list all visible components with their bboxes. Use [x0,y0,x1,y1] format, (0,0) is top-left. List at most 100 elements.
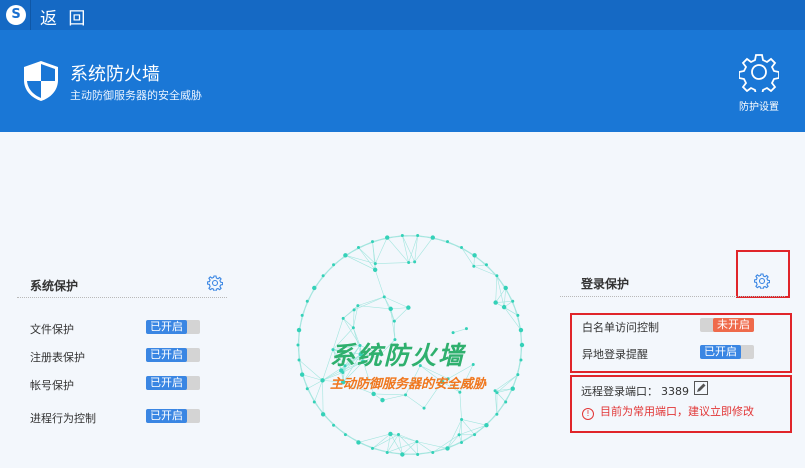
globe-link [495,275,498,303]
system-protection-gear-icon[interactable] [207,275,223,291]
globe-node [501,304,507,310]
globe-link [495,300,513,303]
globe-node [371,391,376,397]
globe-link [382,394,406,401]
globe-node [416,233,420,237]
globe-link [473,265,497,277]
page-title: 系统防火墙 [70,64,160,85]
globe-link [495,287,506,303]
globe-node [464,327,468,331]
globe-node [422,406,426,410]
divider [17,297,227,298]
remote-login-alert-toggle[interactable]: 已开启 [700,345,754,359]
globe-node [519,358,523,362]
globe-node [385,450,389,454]
globe-node [400,452,405,457]
globe-node [472,264,476,268]
globe-link [373,393,406,396]
globe-node [356,246,360,250]
globe-node [305,299,309,303]
registry-protection-toggle[interactable]: 已开启 [146,348,200,362]
globe-node [460,440,464,444]
globe-link [461,247,475,267]
login-protection-gear-icon[interactable] [754,273,770,289]
globe-link [453,328,467,333]
globe-node [416,453,420,457]
globe-node [460,417,464,421]
globe-node [495,274,499,278]
globe-node [312,285,317,291]
globe-node [297,358,301,362]
remote-port-value: 3389 [661,385,689,398]
globe-link [372,241,376,264]
globe-node [404,393,408,397]
globe-link [398,434,418,455]
globe-link [416,441,418,455]
globe-node [451,331,455,335]
globe-node [341,316,345,320]
globe-link [375,262,409,264]
globe-node [471,363,475,367]
whitelist-access-toggle[interactable]: 未开启 [700,318,754,332]
divider [560,296,785,297]
globe-node [370,240,374,244]
globe-link [402,235,415,263]
center-subtitle: 主动防御服务器的安全威胁 [330,377,487,392]
globe-link [458,424,487,436]
globe-node [519,342,525,348]
globe-node [343,253,348,258]
globe-node [300,313,304,317]
toggle-status: 已开启 [146,376,187,390]
globe-node [511,299,515,303]
globe-link [322,380,324,415]
account-protection-label: 帐号保护 [30,379,74,392]
globe-node [299,372,305,377]
globe-node [321,274,325,278]
globe-link [387,441,418,453]
globe-link [357,305,391,310]
globe-node [320,378,325,383]
process-control-toggle[interactable]: 已开启 [146,409,200,423]
file-protection-label: 文件保护 [30,323,74,336]
account-protection-toggle[interactable]: 已开启 [146,376,200,390]
whitelist-access-label: 白名单访问控制 [582,321,659,334]
globe-node [296,327,302,333]
edit-pencil-icon[interactable] [694,381,708,395]
globe-link [307,380,323,389]
file-protection-toggle[interactable]: 已开启 [146,320,200,334]
globe-link [374,269,385,297]
globe-node [503,285,508,291]
globe-link [390,307,409,310]
globe-link [375,237,388,264]
globe-node [388,431,393,437]
remote-port-row: 远程登录端口： 3389 [581,383,689,399]
toggle-status: 已开启 [146,320,187,334]
globe-node [400,233,404,237]
divider [30,0,31,30]
globe-link [414,237,434,263]
toggle-status: 已开启 [146,348,187,362]
globe-link [405,394,425,409]
port-warning-text: 目前为常用端口，建议立即修改 [600,405,754,418]
port-warning: ! 目前为常用端口，建议立即修改 [582,403,754,420]
protection-settings-button[interactable]: 防护设置 [732,52,786,113]
globe-node [372,267,378,273]
toggle-status: 已开启 [700,345,741,359]
globe-node [343,433,347,437]
globe-node [493,300,498,305]
globe-node [510,386,515,391]
globe-node [373,262,377,266]
globe-node [445,446,450,451]
settings-label: 防护设置 [739,102,779,113]
globe-node [518,327,524,333]
globe-node [413,260,417,264]
globe-node [312,400,316,404]
globe-node [484,423,489,428]
globe-node [352,308,356,312]
globe-node [392,319,396,323]
back-button[interactable]: 返 回 [40,4,88,29]
globe-node [407,261,411,265]
globe-link [496,392,506,403]
globe-node [473,433,477,437]
globe-link [473,264,487,267]
